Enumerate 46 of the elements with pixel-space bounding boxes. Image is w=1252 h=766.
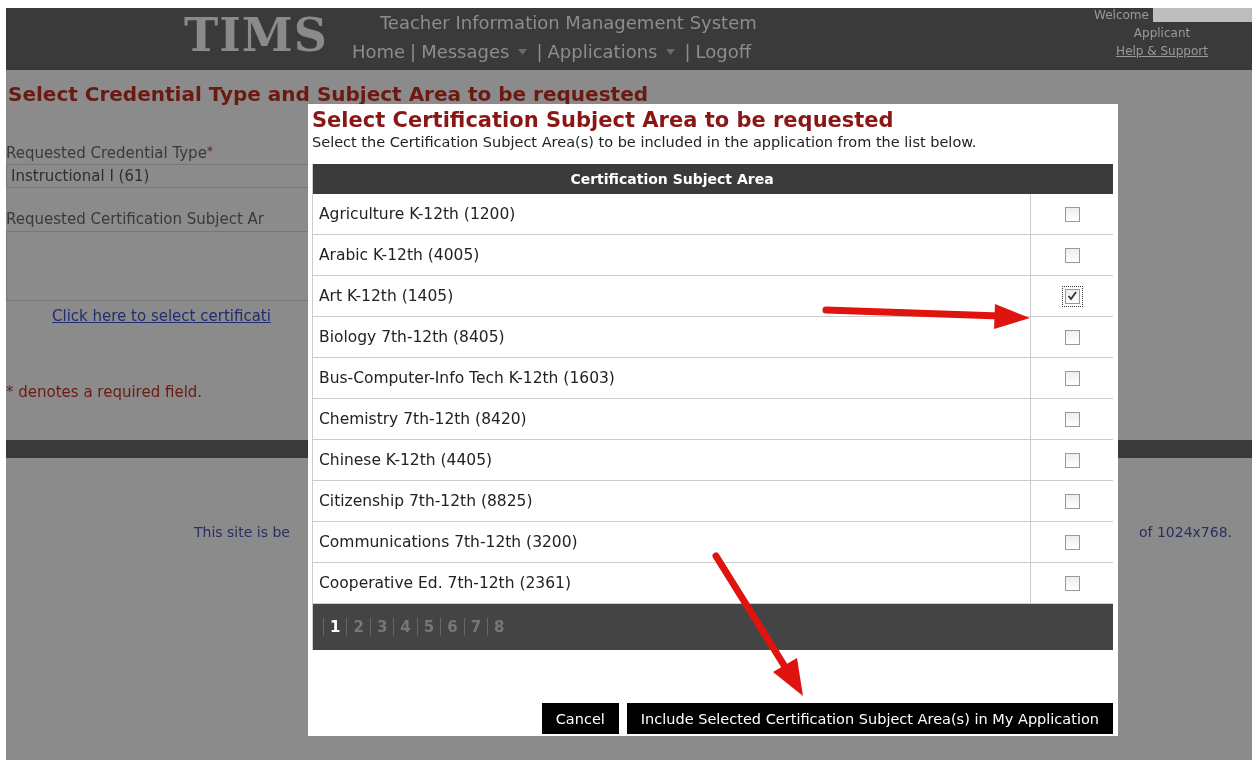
checkbox[interactable] <box>1064 206 1080 222</box>
table-cell: Agriculture K-12th (1200) <box>313 194 1031 234</box>
nav-link[interactable]: Logoff <box>695 41 752 62</box>
footer-text: of 1024x768. <box>1138 524 1232 540</box>
checkbox[interactable] <box>1064 534 1080 550</box>
table-cell: Citizenship 7th-12th (8825) <box>313 481 1031 521</box>
dialog-button[interactable]: Cancel <box>541 703 619 734</box>
nav-separator: | <box>684 41 691 62</box>
table-cell: Communications 7th-12th (3200) <box>313 522 1031 562</box>
user-role: Applicant <box>1133 26 1191 40</box>
table-cell: Cooperative Ed. 7th-12th (2361) <box>313 563 1031 603</box>
table-cell: Chinese K-12th (4405) <box>313 440 1031 480</box>
field-label: Requested Certification Subject Ar <box>6 210 265 228</box>
checkbox[interactable] <box>1064 493 1080 509</box>
help-link[interactable]: Help & Support <box>1116 44 1208 58</box>
page-link[interactable]: 1 <box>323 618 347 636</box>
nav-link[interactable]: Home <box>351 41 406 62</box>
table-cell: Chemistry 7th-12th (8420) <box>313 399 1031 439</box>
table-cell: Bus-Computer-Info Tech K-12th (1603) <box>313 358 1031 398</box>
nav-separator: | <box>410 41 417 62</box>
dialog-title: Select Certification Subject Area to be requested <box>312 108 895 132</box>
page-heading: Select Credential Type and Subject Area to be requested <box>8 82 648 106</box>
checkbox[interactable] <box>1064 370 1080 386</box>
dialog-instructions: Select the Certification Subject Area(s) to be included in the application from the list below. <box>312 134 978 150</box>
nav-link[interactable]: Applications <box>547 41 680 62</box>
logo: TIMS <box>184 8 328 64</box>
nav-link[interactable]: Messages <box>421 41 532 62</box>
checkbox[interactable] <box>1064 575 1080 591</box>
checkbox[interactable] <box>1064 452 1080 468</box>
table-cell: Arabic K-12th (4005) <box>313 235 1031 275</box>
nav-separator: | <box>536 41 543 62</box>
dialog-button[interactable]: Include Selected Certification Subject Area(s) in My Application <box>626 703 1113 734</box>
checkbox[interactable] <box>1064 288 1080 304</box>
welcome-label: Welcome <box>1094 8 1149 22</box>
column-header: Certification Subject Area <box>569 170 775 189</box>
select-certification-link[interactable]: Click here to select certificati <box>52 307 271 325</box>
required-note: * denotes a required field. <box>6 383 203 401</box>
dropdown-caret-icon <box>518 48 528 55</box>
checkbox[interactable] <box>1064 329 1080 345</box>
site-title: Teacher Information Management System <box>379 12 757 33</box>
footer-text: This site is be <box>194 524 290 540</box>
required-mark: * <box>206 144 213 158</box>
checkbox[interactable] <box>1064 247 1080 263</box>
field-label: Requested Credential Type <box>6 144 207 162</box>
dropdown-caret-icon <box>666 48 676 55</box>
checkbox[interactable] <box>1064 411 1080 427</box>
